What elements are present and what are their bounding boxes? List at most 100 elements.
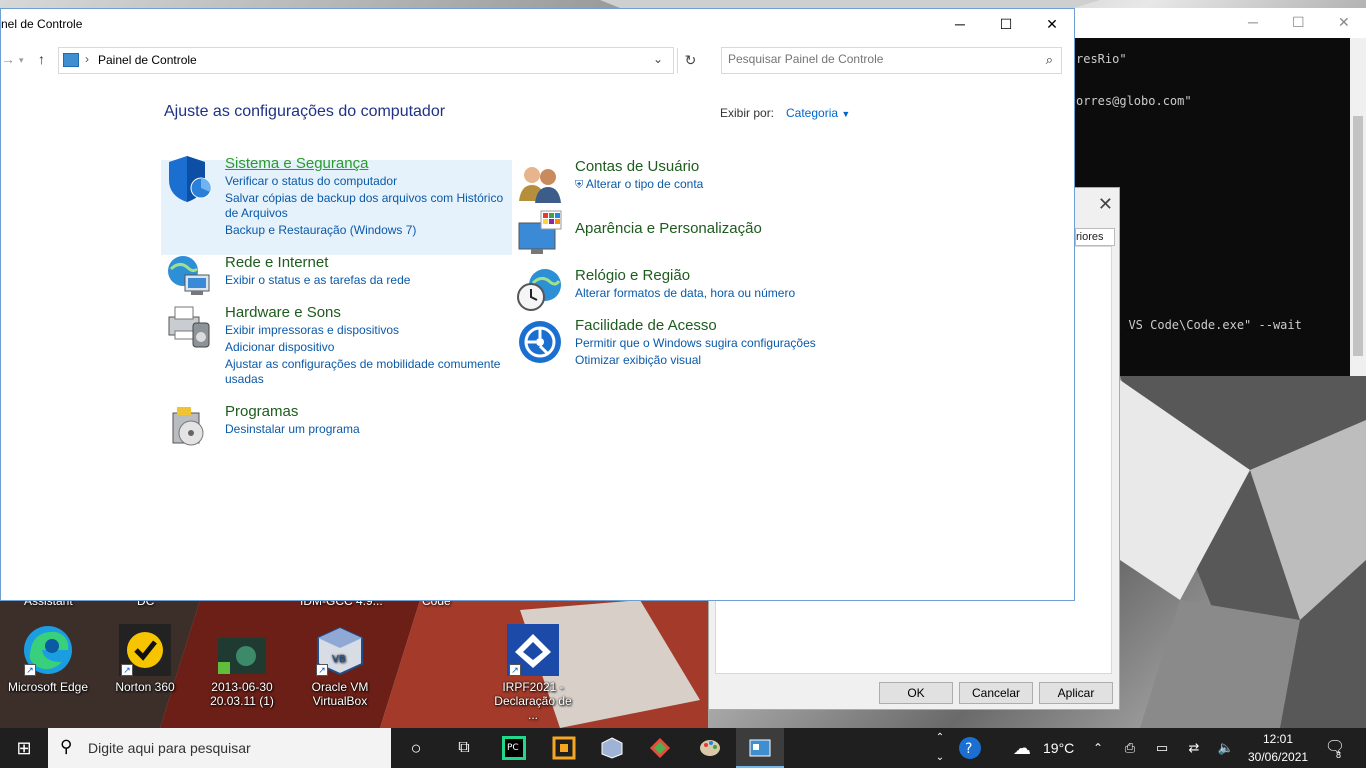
- network-globe-icon[interactable]: [165, 253, 213, 301]
- shield-icon[interactable]: [165, 154, 213, 202]
- terminal-line: t VS Code\Code.exe" --wait: [1114, 318, 1302, 332]
- desktop-icon-norton[interactable]: ↗ Norton 360: [100, 624, 190, 694]
- terminal-line: orres@globo.com": [1076, 94, 1192, 108]
- close-icon[interactable]: ✕: [1338, 14, 1350, 31]
- view-by-label: Exibir por:: [720, 106, 775, 120]
- clock-time[interactable]: 12:01: [1263, 732, 1293, 746]
- virtualbox-icon[interactable]: [588, 728, 636, 768]
- category-title[interactable]: Programas: [225, 403, 360, 420]
- svg-text:PC: PC: [507, 743, 519, 753]
- app-orange-icon[interactable]: [540, 728, 588, 768]
- search-box[interactable]: ⌕: [721, 47, 1062, 74]
- clock-globe-icon[interactable]: [515, 265, 563, 313]
- ok-button[interactable]: OK: [879, 682, 953, 704]
- weather-cloud-icon[interactable]: ☁: [1010, 728, 1034, 768]
- category-link[interactable]: Permitir que o Windows sugira configuraç…: [575, 336, 816, 351]
- category-link[interactable]: Salvar cópias de backup dos arquivos com…: [225, 191, 509, 221]
- help-icon[interactable]: ?: [952, 728, 988, 768]
- desktop-icon-label: Norton 360: [115, 680, 175, 694]
- taskbar-search[interactable]: ⚲ Digite aqui para pesquisar: [48, 728, 391, 768]
- refresh-icon[interactable]: ↻: [677, 48, 703, 73]
- minimize-icon[interactable]: ─: [937, 9, 983, 39]
- search-input[interactable]: [728, 52, 1028, 66]
- svg-text:VB: VB: [332, 654, 346, 665]
- programs-disc-icon[interactable]: [169, 403, 217, 451]
- close-icon[interactable]: ✕: [1029, 9, 1075, 39]
- image-file-icon: [216, 636, 268, 676]
- monitor-palette-icon[interactable]: [517, 209, 565, 257]
- category-link[interactable]: Desinstalar um programa: [225, 422, 360, 437]
- forward-arrow-icon[interactable]: →: [1, 51, 15, 67]
- category-title[interactable]: Sistema e Segurança: [225, 155, 509, 172]
- apply-button[interactable]: Aplicar: [1039, 682, 1113, 704]
- desktop-icon-edge[interactable]: ↗ Microsoft Edge: [3, 624, 93, 694]
- volume-icon[interactable]: 🔈: [1216, 728, 1236, 768]
- address-bar[interactable]: › Painel de Controle ⌄ ↻: [58, 47, 696, 74]
- terminal-scrollbar[interactable]: [1350, 38, 1366, 376]
- recent-dropdown-icon[interactable]: ▾: [19, 55, 24, 66]
- category-title[interactable]: Relógio e Região: [575, 267, 795, 284]
- control-panel-window[interactable]: nel de Controle ─ ☐ ✕ → ▾ ↑ › Painel de …: [0, 8, 1075, 601]
- category-link[interactable]: Exibir o status e as tarefas da rede: [225, 273, 410, 288]
- printer-speaker-icon[interactable]: [165, 303, 213, 351]
- category-network-internet: Rede e Internet Exibir o status e as tar…: [225, 254, 410, 288]
- category-title[interactable]: Contas de Usuário: [575, 158, 703, 175]
- category-title[interactable]: Rede e Internet: [225, 254, 410, 271]
- task-view-icon[interactable]: ⧉: [440, 728, 488, 768]
- category-link[interactable]: Otimizar exibição visual: [575, 353, 816, 368]
- taskbar-scroll-icon[interactable]: ⌃ ⌄: [932, 728, 948, 768]
- category-link[interactable]: Adicionar dispositivo: [225, 340, 509, 355]
- category-link[interactable]: Alterar formatos de data, hora ou número: [575, 286, 795, 301]
- clock-date[interactable]: 30/06/2021: [1248, 750, 1308, 764]
- minimize-icon[interactable]: ─: [1248, 14, 1258, 30]
- pycharm-icon[interactable]: PC: [490, 728, 538, 768]
- up-arrow-icon[interactable]: ↑: [38, 51, 45, 67]
- category-title[interactable]: Facilidade de Acesso: [575, 317, 816, 334]
- category-link[interactable]: ⛨ Alterar o tipo de conta: [575, 177, 703, 193]
- category-link[interactable]: Backup e Restauração (Windows 7): [225, 223, 509, 238]
- device-icon[interactable]: ⎙: [1120, 728, 1140, 768]
- users-icon[interactable]: [517, 161, 565, 209]
- close-icon[interactable]: ✕: [1098, 194, 1113, 215]
- irpf-icon: ↗: [507, 624, 559, 676]
- breadcrumb-separator-icon[interactable]: ›: [85, 52, 89, 66]
- control-panel-taskbar-icon[interactable]: [736, 728, 784, 768]
- breadcrumb[interactable]: Painel de Controle: [98, 53, 197, 67]
- search-icon: ⚲: [60, 737, 73, 756]
- category-link[interactable]: Exibir impressoras e dispositivos: [225, 323, 509, 338]
- desktop-icon-virtualbox[interactable]: VB ↗ Oracle VM VirtualBox: [295, 624, 385, 708]
- virtualbox-icon: VB ↗: [314, 624, 366, 676]
- taskbar-search-placeholder: Digite aqui para pesquisar: [88, 740, 251, 756]
- norton-icon: ↗: [119, 624, 171, 676]
- category-title[interactable]: Aparência e Personalização: [575, 220, 762, 237]
- category-link[interactable]: Ajustar as configurações de mobilidade c…: [225, 357, 509, 387]
- windows-start-icon[interactable]: ⊞: [0, 728, 48, 768]
- desktop-icon-image-file[interactable]: 2013-06-30 20.03.11 (1): [197, 636, 287, 708]
- accessibility-icon[interactable]: [517, 319, 565, 367]
- terminal-titlebar[interactable]: ─ ☐ ✕: [1074, 8, 1366, 38]
- cortana-icon[interactable]: ○: [392, 728, 440, 768]
- category-user-accounts: Contas de Usuário ⛨ Alterar o tipo de co…: [575, 158, 703, 193]
- category-ease-of-access: Facilidade de Acesso Permitir que o Wind…: [575, 317, 816, 368]
- search-icon[interactable]: ⌕: [1046, 52, 1053, 68]
- paint-palette-icon[interactable]: [686, 728, 734, 768]
- chevron-down-icon[interactable]: ⌄: [653, 52, 663, 66]
- temperature[interactable]: 19°C: [1043, 740, 1074, 756]
- desktop-icon-irpf[interactable]: ↗ IRPF2021 - Declaração de ...: [488, 624, 578, 722]
- category-appearance: Aparência e Personalização: [575, 220, 762, 237]
- battery-icon[interactable]: ▭: [1152, 728, 1172, 768]
- maximize-icon[interactable]: ☐: [983, 9, 1029, 39]
- dialog-tab[interactable]: riores: [1075, 228, 1115, 246]
- view-by-dropdown[interactable]: Categoria ▼: [786, 106, 850, 120]
- maximize-icon[interactable]: ☐: [1292, 14, 1305, 31]
- app-diamond-icon[interactable]: [636, 728, 684, 768]
- notifications-icon[interactable]: 🗨: [1320, 728, 1350, 768]
- chevron-up-icon[interactable]: ⌃: [1088, 728, 1108, 768]
- terminal-line: resRio": [1076, 52, 1127, 66]
- category-title[interactable]: Hardware e Sons: [225, 304, 509, 321]
- network-icon[interactable]: ⇄: [1184, 728, 1204, 768]
- cancel-button[interactable]: Cancelar: [959, 682, 1033, 704]
- category-link[interactable]: Verificar o status do computador: [225, 174, 509, 189]
- category-hardware-sound: Hardware e Sons Exibir impressoras e dis…: [225, 304, 509, 387]
- uac-shield-icon: ⛨: [575, 179, 584, 191]
